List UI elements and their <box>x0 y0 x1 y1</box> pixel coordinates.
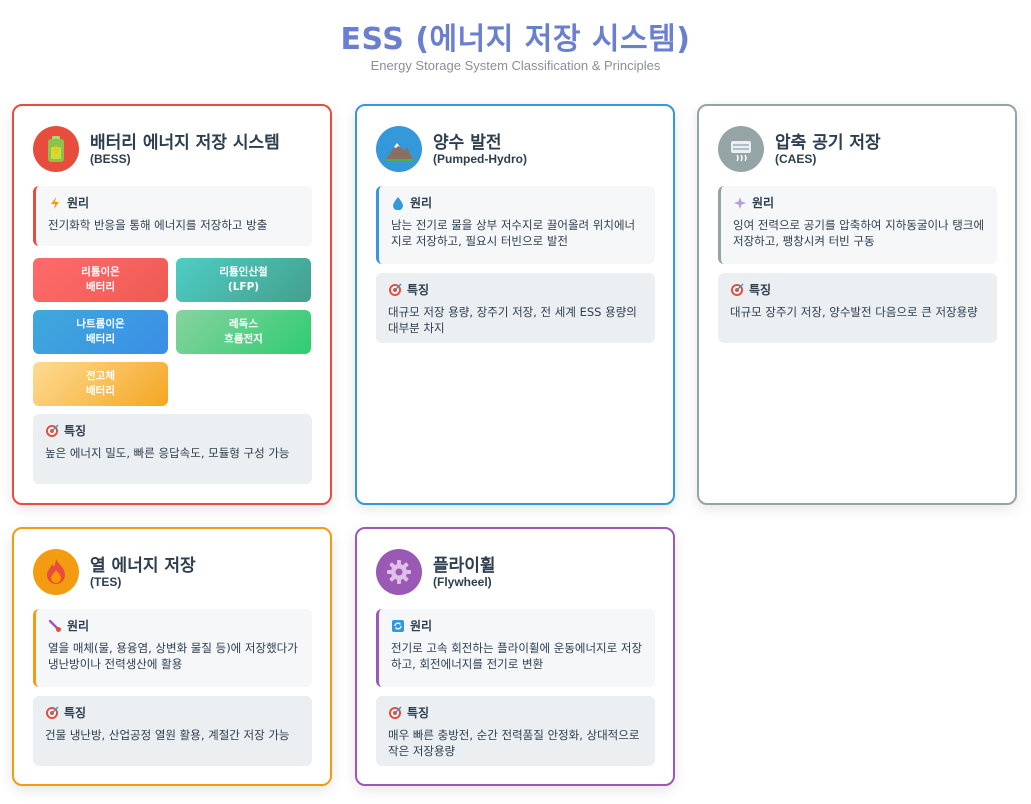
principle-label: 원리 <box>752 196 775 210</box>
card-title: 배터리 에너지 저장 시스템 <box>90 133 280 153</box>
target-icon <box>389 706 402 719</box>
target-icon <box>46 424 59 437</box>
principle-text: 남는 전기로 물을 상부 저수지로 끌어올려 위치에너지로 저장하고, 필요시 … <box>391 218 636 248</box>
card-bess: 배터리 에너지 저장 시스템 (BESS) 원리 전기화학 반응을 통해 에너지… <box>12 104 332 505</box>
target-icon <box>731 283 744 296</box>
feature-box: 특징 대규모 저장 용량, 장주기 저장, 전 세계 ESS 용량의 대부분 차… <box>376 273 655 343</box>
battery-type-chip: 리튬이온 배터리 <box>33 258 168 302</box>
card-tes: 열 에너지 저장 (TES) 원리 열을 매체(물, 용융염, 상변화 물질 등… <box>12 527 332 786</box>
flame-icon <box>33 549 79 595</box>
card-title: 열 에너지 저장 <box>90 556 196 576</box>
feature-text: 대규모 장주기 저장, 양수발전 다음으로 큰 저장용량 <box>730 305 978 319</box>
principle-text: 전기로 고속 회전하는 플라이휠에 운동에너지로 저장하고, 회전에너지를 전기… <box>391 641 643 671</box>
battery-type-chip: 전고체 배터리 <box>33 362 168 406</box>
principle-box: 원리 잉여 전력으로 공기를 압축하여 지하동굴이나 탱크에 저장하고, 팽창시… <box>718 186 997 264</box>
page-title: ESS (에너지 저장 시스템) <box>340 22 691 57</box>
principle-label: 원리 <box>410 196 433 210</box>
principle-label: 원리 <box>67 196 90 210</box>
target-icon <box>389 283 402 296</box>
feature-text: 높은 에너지 밀도, 빠른 응답속도, 모듈형 구성 가능 <box>45 446 290 460</box>
card-flywheel: 플라이휠 (Flywheel) 원리 전기로 고속 회전하는 플라이휠에 운동에… <box>355 527 675 786</box>
principle-label: 원리 <box>410 619 433 633</box>
feature-label: 특징 <box>749 283 772 297</box>
card-title: 플라이휠 <box>433 556 496 576</box>
thermometer-icon <box>48 619 61 632</box>
principle-label: 원리 <box>67 619 90 633</box>
lightning-icon <box>51 197 59 209</box>
card-subtitle: (TES) <box>90 575 122 589</box>
feature-text: 대규모 저장 용량, 장주기 저장, 전 세계 ESS 용량의 대부분 차지 <box>388 305 637 335</box>
feature-text: 매우 빠른 충방전, 순간 전력품질 안정화, 상대적으로 작은 저장용량 <box>388 728 640 758</box>
feature-label: 특징 <box>407 706 430 720</box>
feature-label: 특징 <box>407 283 430 297</box>
feature-label: 특징 <box>64 424 87 438</box>
feature-box: 특징 높은 에너지 밀도, 빠른 응답속도, 모듈형 구성 가능 <box>33 414 312 484</box>
page-subtitle: Energy Storage System Classification & P… <box>370 58 661 73</box>
sparkle-icon <box>734 197 746 209</box>
mountain-icon <box>376 126 422 172</box>
principle-box: 원리 남는 전기로 물을 상부 저수지로 끌어올려 위치에너지로 저장하고, 필… <box>376 186 655 264</box>
feature-box: 특징 매우 빠른 충방전, 순간 전력품질 안정화, 상대적으로 작은 저장용량 <box>376 696 655 766</box>
principle-box: 원리 전기화학 반응을 통해 에너지를 저장하고 방출 <box>33 186 312 246</box>
principle-box: 원리 열을 매체(물, 용융염, 상변화 물질 등)에 저장했다가 냉난방이나 … <box>33 609 312 687</box>
feature-box: 특징 건물 냉난방, 산업공정 열원 활용, 계절간 저장 가능 <box>33 696 312 766</box>
card-subtitle: (CAES) <box>775 152 817 166</box>
card-subtitle: (Pumped-Hydro) <box>433 152 527 166</box>
feature-box: 특징 대규모 장주기 저장, 양수발전 다음으로 큰 저장용량 <box>718 273 997 343</box>
water-drop-icon <box>393 197 403 210</box>
battery-type-chip: 리튬인산철 (LFP) <box>176 258 311 302</box>
target-icon <box>46 706 59 719</box>
battery-type-chip: 레독스 흐름전지 <box>176 310 311 354</box>
card-subtitle: (Flywheel) <box>433 575 492 589</box>
principle-text: 전기화학 반응을 통해 에너지를 저장하고 방출 <box>48 218 268 232</box>
principle-box: 원리 전기로 고속 회전하는 플라이휠에 운동에너지로 저장하고, 회전에너지를… <box>376 609 655 687</box>
card-caes: 압축 공기 저장 (CAES) 원리 잉여 전력으로 공기를 압축하여 지하동굴… <box>697 104 1017 505</box>
air-compressor-icon <box>718 126 764 172</box>
card-pumped-hydro: 양수 발전 (Pumped-Hydro) 원리 남는 전기로 물을 상부 저수지… <box>355 104 675 505</box>
card-subtitle: (BESS) <box>90 152 131 166</box>
card-title: 양수 발전 <box>433 133 502 153</box>
feature-label: 특징 <box>64 706 87 720</box>
principle-text: 잉여 전력으로 공기를 압축하여 지하동굴이나 탱크에 저장하고, 팽창시켜 터… <box>733 218 985 248</box>
refresh-icon <box>392 620 404 632</box>
battery-icon <box>33 126 79 172</box>
battery-type-chip: 나트륨이온 배터리 <box>33 310 168 354</box>
gear-icon <box>376 549 422 595</box>
feature-text: 건물 냉난방, 산업공정 열원 활용, 계절간 저장 가능 <box>45 728 290 742</box>
principle-text: 열을 매체(물, 용융염, 상변화 물질 등)에 저장했다가 냉난방이나 전력생… <box>48 641 298 671</box>
card-title: 압축 공기 저장 <box>775 133 881 153</box>
